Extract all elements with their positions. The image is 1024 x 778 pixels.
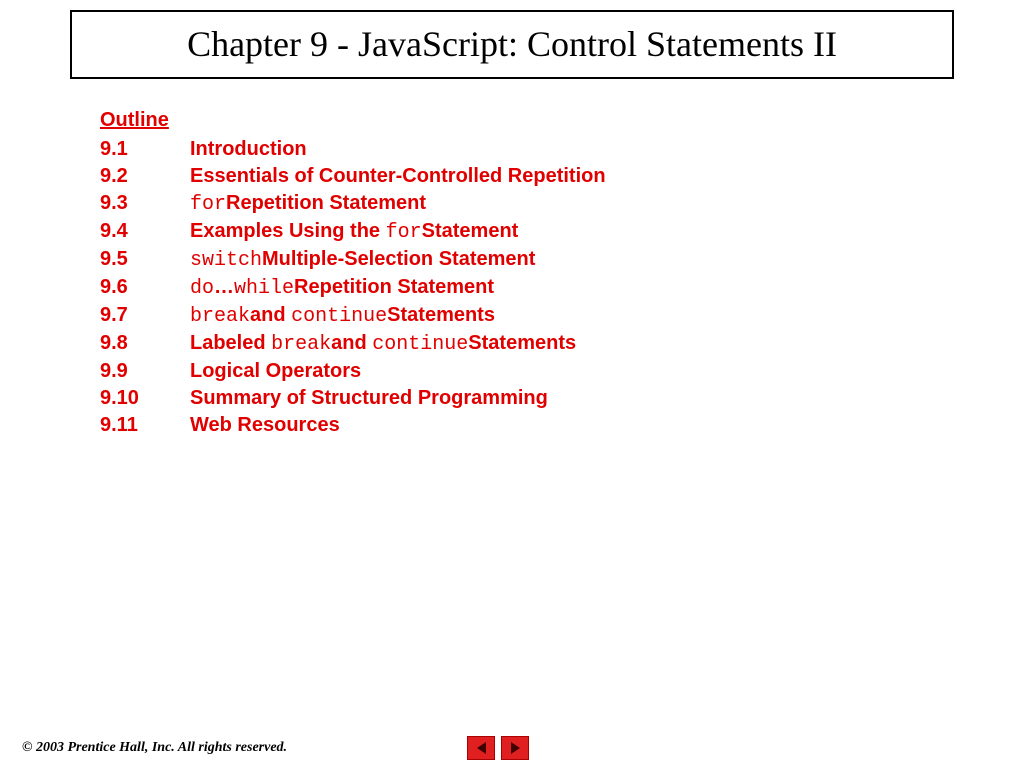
outline-row: 9.4Examples Using the forStatement: [100, 218, 1024, 246]
slide-footer: © 2003 Prentice Hall, Inc. All rights re…: [22, 736, 1002, 760]
outline-text: Introduction: [190, 138, 307, 160]
outline-title: do…whileRepetition Statement: [190, 274, 1024, 302]
outline-number: 9.3: [100, 190, 190, 218]
outline-title: Labeled breakand continueStatements: [190, 330, 1024, 358]
outline-text: …: [214, 276, 234, 298]
outline-list: 9.1Introduction9.2Essentials of Counter-…: [100, 136, 1024, 439]
outline-text: Logical Operators: [190, 360, 361, 382]
next-slide-button[interactable]: [501, 736, 529, 760]
slide-title: Chapter 9 - JavaScript: Control Statemen…: [92, 22, 932, 67]
outline-row: 9.9Logical Operators: [100, 358, 1024, 385]
outline-title: Essentials of Counter-Controlled Repetit…: [190, 163, 1024, 190]
outline-number: 9.2: [100, 163, 190, 190]
outline-text: Examples Using the: [190, 220, 386, 242]
arrow-right-icon: [511, 742, 520, 754]
outline-row: 9.8Labeled breakand continueStatements: [100, 330, 1024, 358]
outline-row: 9.3forRepetition Statement: [100, 190, 1024, 218]
outline-title: Introduction: [190, 136, 1024, 163]
code-keyword: continue: [372, 333, 468, 356]
outline-number: 9.8: [100, 330, 190, 358]
outline-row: 9.1Introduction: [100, 136, 1024, 163]
copyright-text: © 2003 Prentice Hall, Inc. All rights re…: [22, 740, 287, 756]
code-keyword: break: [190, 305, 250, 328]
outline-title: breakand continueStatements: [190, 302, 1024, 330]
slide-title-box: Chapter 9 - JavaScript: Control Statemen…: [70, 10, 954, 79]
code-keyword: break: [271, 333, 331, 356]
code-keyword: for: [190, 193, 226, 216]
outline-row: 9.10Summary of Structured Programming: [100, 385, 1024, 412]
prev-slide-button[interactable]: [467, 736, 495, 760]
outline-text: Multiple-Selection Statement: [262, 248, 535, 270]
outline-row: 9.2Essentials of Counter-Controlled Repe…: [100, 163, 1024, 190]
outline-row: 9.7breakand continueStatements: [100, 302, 1024, 330]
code-keyword: do: [190, 277, 214, 300]
outline-text: Repetition Statement: [294, 276, 494, 298]
outline-row: 9.11Web Resources: [100, 412, 1024, 439]
outline-text: Statements: [387, 304, 495, 326]
outline-number: 9.7: [100, 302, 190, 330]
outline-title: Logical Operators: [190, 358, 1024, 385]
code-keyword: continue: [291, 305, 387, 328]
outline-container: Outline 9.1Introduction9.2Essentials of …: [100, 109, 1024, 439]
arrow-left-icon: [477, 742, 486, 754]
nav-buttons: [467, 736, 529, 760]
outline-number: 9.9: [100, 358, 190, 385]
outline-number: 9.11: [100, 412, 190, 439]
outline-number: 9.6: [100, 274, 190, 302]
outline-number: 9.4: [100, 218, 190, 246]
outline-title: Examples Using the forStatement: [190, 218, 1024, 246]
outline-title: forRepetition Statement: [190, 190, 1024, 218]
outline-text: Repetition Statement: [226, 192, 426, 214]
outline-text: Essentials of Counter-Controlled Repetit…: [190, 165, 606, 187]
outline-text: and: [331, 332, 372, 354]
outline-text: Web Resources: [190, 414, 340, 436]
code-keyword: while: [234, 277, 294, 300]
outline-text: and: [250, 304, 291, 326]
outline-title: switchMultiple-Selection Statement: [190, 246, 1024, 274]
outline-title: Web Resources: [190, 412, 1024, 439]
outline-text: Summary of Structured Programming: [190, 387, 548, 409]
code-keyword: switch: [190, 249, 262, 272]
outline-heading: Outline: [100, 109, 1024, 132]
outline-row: 9.5switchMultiple-Selection Statement: [100, 246, 1024, 274]
outline-text: Statement: [422, 220, 519, 242]
outline-number: 9.5: [100, 246, 190, 274]
outline-text: Statements: [468, 332, 576, 354]
outline-row: 9.6do…whileRepetition Statement: [100, 274, 1024, 302]
outline-text: Labeled: [190, 332, 271, 354]
outline-title: Summary of Structured Programming: [190, 385, 1024, 412]
outline-number: 9.10: [100, 385, 190, 412]
outline-number: 9.1: [100, 136, 190, 163]
code-keyword: for: [386, 221, 422, 244]
